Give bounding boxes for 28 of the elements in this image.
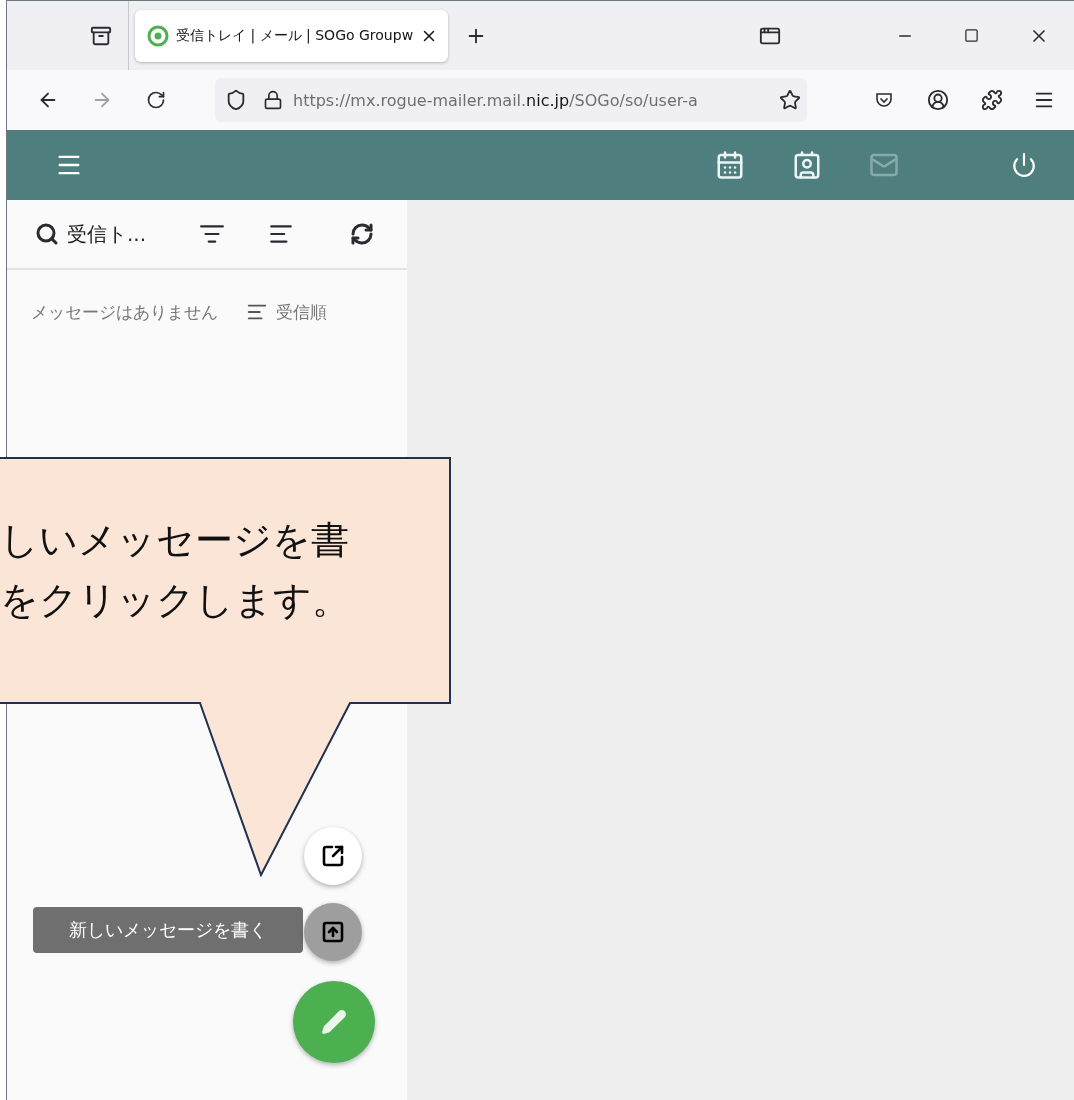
external-link-icon xyxy=(321,844,345,868)
power-icon[interactable] xyxy=(1011,152,1037,178)
tooltip: 新しいメッセージを書く xyxy=(33,907,303,953)
folder-name: 受信ト... xyxy=(67,220,148,248)
maximize-icon[interactable] xyxy=(963,28,979,43)
reload-icon[interactable] xyxy=(146,90,166,110)
empty-message: メッセージはありません xyxy=(31,300,218,324)
pocket-icon[interactable] xyxy=(874,90,894,110)
contact-card-icon[interactable] xyxy=(791,150,822,180)
upload-button[interactable] xyxy=(304,903,362,961)
search-icon[interactable] xyxy=(35,222,59,246)
favicon-icon xyxy=(147,24,169,47)
compose-button[interactable] xyxy=(293,981,375,1063)
open-window-button[interactable] xyxy=(304,827,362,885)
calendar-icon[interactable] xyxy=(714,150,745,180)
browser-tab[interactable]: 受信トレイ | メール | SOGo Groupw xyxy=(135,9,449,62)
callout-text: しいメッセージを書 xyxy=(0,517,350,564)
account-icon[interactable] xyxy=(927,89,949,111)
star-icon[interactable] xyxy=(779,89,801,111)
lock-icon xyxy=(263,90,283,110)
sort-label[interactable]: 受信順 xyxy=(276,300,327,324)
pencil-icon xyxy=(321,1009,347,1035)
arrow-up-icon xyxy=(321,920,345,944)
refresh-icon[interactable] xyxy=(350,222,374,246)
puzzle-icon[interactable] xyxy=(981,89,1003,111)
address-bar[interactable]: https://mx.rogue-mailer.mail.nic.jp/SOGo/so/user-a xyxy=(215,78,807,122)
callout-text: をクリックします。 xyxy=(0,577,350,624)
shield-icon xyxy=(225,89,247,111)
